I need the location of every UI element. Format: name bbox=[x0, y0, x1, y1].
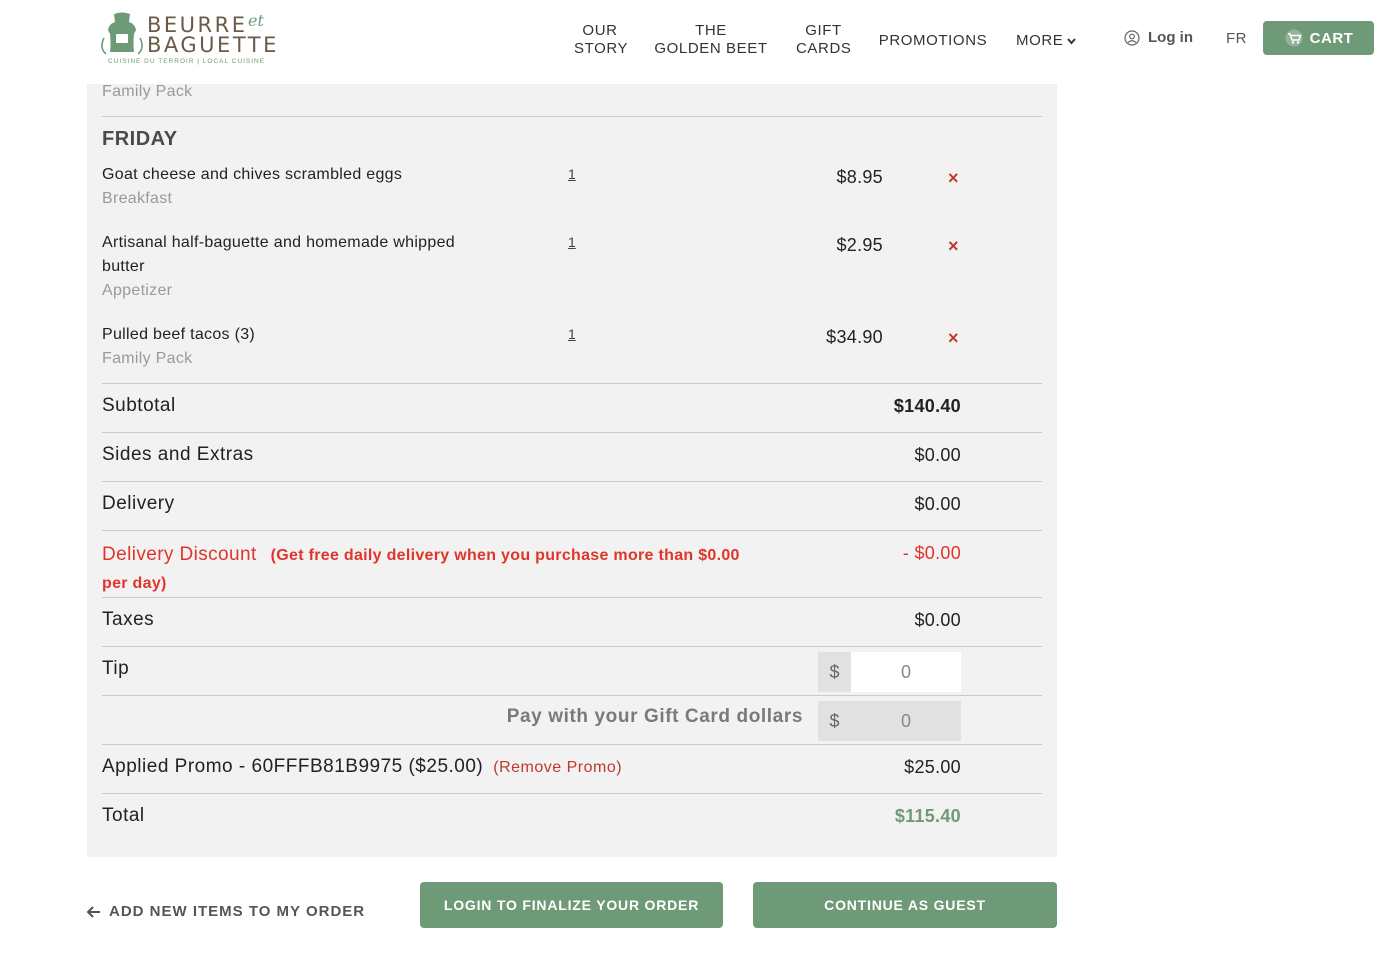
order-item-name: Artisanal half-baguette and homemade whi… bbox=[102, 231, 502, 303]
taxes-value: $0.00 bbox=[914, 610, 961, 630]
subtotal-label: Subtotal bbox=[102, 395, 176, 416]
sides-value: $0.00 bbox=[914, 445, 961, 465]
divider bbox=[102, 116, 1042, 117]
order-item-price: $8.95 bbox=[836, 167, 883, 187]
promo-value: $25.00 bbox=[904, 757, 961, 777]
divider bbox=[102, 597, 1042, 598]
prev-item-category: Family Pack bbox=[102, 83, 193, 100]
subtotal-value: $140.40 bbox=[893, 396, 961, 416]
order-item-price: $34.90 bbox=[826, 327, 883, 347]
order-item-qty[interactable]: 1 bbox=[568, 234, 576, 250]
divider bbox=[102, 481, 1042, 482]
total-label: Total bbox=[102, 805, 145, 826]
order-item-name: Goat cheese and chives scrambled eggs Br… bbox=[102, 163, 502, 211]
promo-label: Applied Promo - 60FFFB81B9975 ($25.00) bbox=[102, 756, 484, 777]
cart-button[interactable]: CART bbox=[1263, 21, 1374, 55]
add-new-items-label: ADD NEW ITEMS TO MY ORDER bbox=[109, 903, 366, 920]
dollar-prefix: $ bbox=[818, 652, 851, 692]
nav-gift-cards[interactable]: GIFT CARDS bbox=[796, 22, 851, 58]
order-item-title: Pulled beef tacos (3) bbox=[102, 326, 256, 343]
delivery-discount: Delivery Discount (Get free daily deliver… bbox=[102, 541, 742, 598]
apron-logo-icon bbox=[101, 12, 143, 55]
order-item-price: $2.95 bbox=[836, 235, 883, 255]
remove-item-icon[interactable]: × bbox=[948, 329, 959, 347]
divider bbox=[102, 530, 1042, 531]
nav-label: GOLDEN BEET bbox=[654, 40, 768, 57]
language-toggle[interactable]: FR bbox=[1226, 30, 1247, 47]
login-finalize-button[interactable]: LOGIN TO FINALIZE YOUR ORDER bbox=[420, 882, 723, 928]
nav-promotions[interactable]: PROMOTIONS bbox=[878, 32, 988, 50]
chevron-down-icon bbox=[1067, 37, 1077, 45]
nav-label: THE bbox=[695, 22, 727, 39]
nav-golden-beet[interactable]: THE GOLDEN BEET bbox=[654, 22, 768, 58]
login-link[interactable]: Log in bbox=[1124, 29, 1193, 46]
taxes-label: Taxes bbox=[102, 609, 155, 630]
giftcard-input bbox=[851, 701, 961, 741]
order-item-title: Artisanal half-baguette and homemade whi… bbox=[102, 234, 455, 275]
tip-input[interactable] bbox=[851, 652, 961, 692]
giftcard-input-group: $ bbox=[818, 701, 961, 741]
order-item-category: Family Pack bbox=[102, 350, 193, 367]
site-header: BEURRE et BAGUETTE CUISINE DU TERROIR | … bbox=[0, 0, 1385, 84]
logo-line2: BAGUETTE bbox=[147, 33, 279, 57]
delivery-value: $0.00 bbox=[914, 494, 961, 514]
nav-label: OUR bbox=[582, 22, 618, 39]
login-label: Log in bbox=[1148, 29, 1193, 46]
tip-label: Tip bbox=[102, 658, 130, 679]
logo-tagline: CUISINE DU TERROIR | LOCAL CUISINE bbox=[108, 58, 266, 65]
remove-promo-link[interactable]: (Remove Promo) bbox=[493, 759, 622, 776]
continue-as-guest-button[interactable]: CONTINUE AS GUEST bbox=[753, 882, 1057, 928]
add-new-items-link[interactable]: ADD NEW ITEMS TO MY ORDER bbox=[87, 903, 365, 920]
divider bbox=[102, 793, 1042, 794]
divider bbox=[102, 383, 1042, 384]
remove-item-icon[interactable]: × bbox=[948, 169, 959, 187]
nav-our-story[interactable]: OUR STORY bbox=[574, 22, 629, 58]
divider bbox=[102, 695, 1042, 696]
cart-label: CART bbox=[1309, 29, 1354, 47]
cart-icon bbox=[1285, 29, 1303, 47]
dollar-prefix: $ bbox=[818, 701, 851, 741]
order-item-category: Breakfast bbox=[102, 190, 173, 207]
delivery-discount-value: - $0.00 bbox=[902, 543, 961, 563]
delivery-discount-label: Delivery Discount bbox=[102, 544, 257, 565]
divider bbox=[102, 432, 1042, 433]
nav-more[interactable]: MORE bbox=[1016, 32, 1080, 50]
order-item-title: Goat cheese and chives scrambled eggs bbox=[102, 166, 403, 183]
order-item-qty[interactable]: 1 bbox=[568, 326, 576, 342]
divider bbox=[102, 744, 1042, 745]
remove-item-icon[interactable]: × bbox=[948, 237, 959, 255]
nav-label: MORE bbox=[1016, 32, 1064, 49]
day-heading: FRIDAY bbox=[102, 128, 178, 150]
giftcard-label: Pay with your Gift Card dollars bbox=[506, 706, 803, 727]
nav-label: STORY bbox=[574, 40, 629, 57]
nav-label: GIFT bbox=[805, 22, 842, 39]
brand-logo[interactable]: BEURRE et BAGUETTE CUISINE DU TERROIR | … bbox=[100, 11, 276, 68]
sides-label: Sides and Extras bbox=[102, 444, 254, 465]
order-item-qty[interactable]: 1 bbox=[568, 166, 576, 182]
order-item-category: Appetizer bbox=[102, 282, 173, 299]
logo-et: et bbox=[248, 11, 264, 30]
user-icon bbox=[1124, 29, 1140, 46]
promo-row: Applied Promo - 60FFFB81B9975 ($25.00) (R… bbox=[102, 756, 622, 778]
delivery-label: Delivery bbox=[102, 493, 175, 514]
arrow-left-icon bbox=[87, 905, 100, 918]
divider bbox=[102, 646, 1042, 647]
order-item-name: Pulled beef tacos (3) Family Pack bbox=[102, 323, 502, 371]
nav-label: CARDS bbox=[796, 40, 852, 57]
total-value: $115.40 bbox=[894, 806, 961, 826]
tip-input-group: $ bbox=[818, 652, 961, 692]
